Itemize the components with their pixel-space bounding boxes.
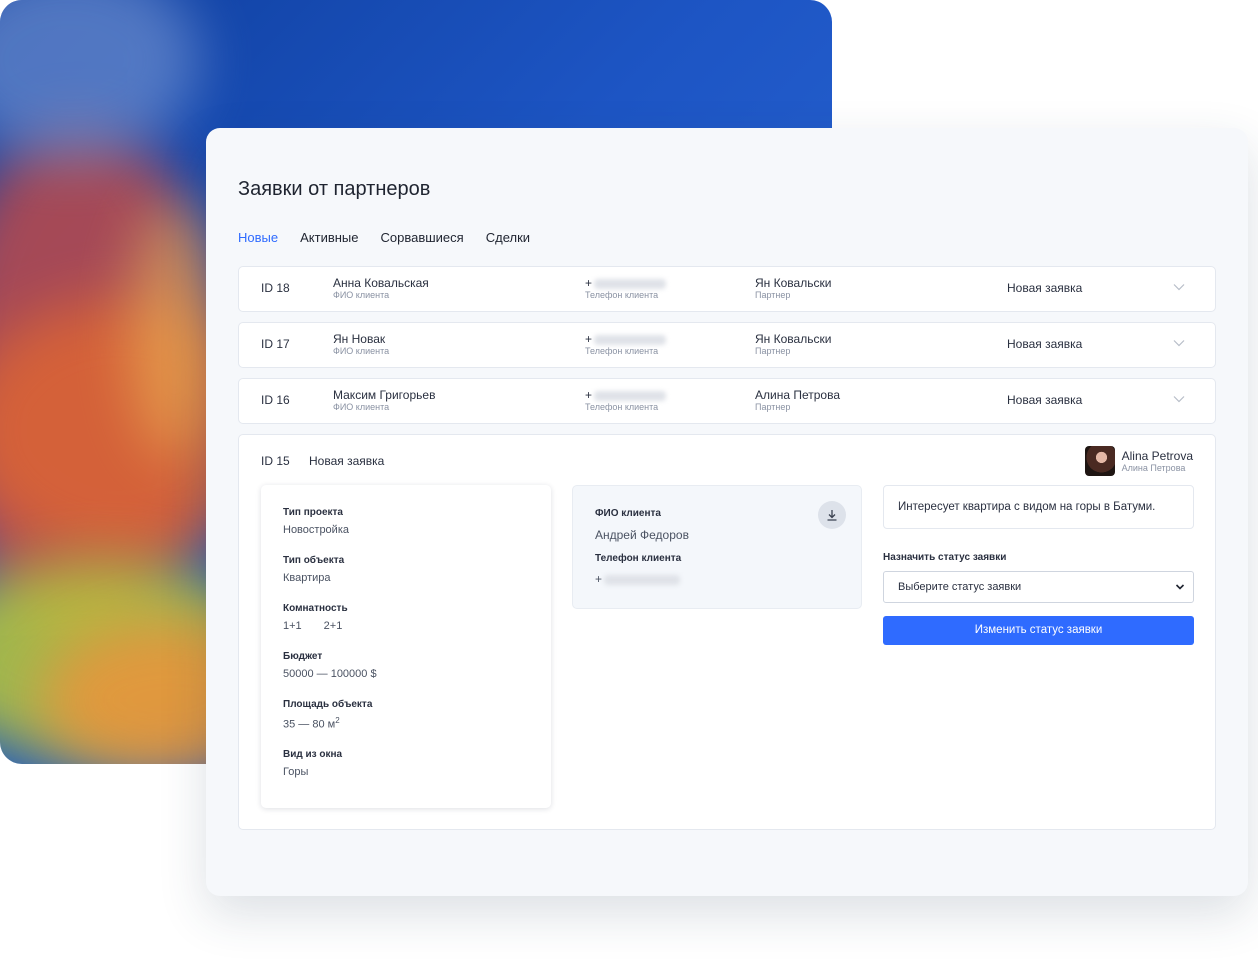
tab-deals[interactable]: Сделки	[486, 230, 530, 245]
partner-cell: Ян Ковальски Партнер	[755, 332, 832, 356]
property-specs: Тип проекта Новостройка Тип объекта Квар…	[261, 485, 551, 808]
client-phone: +	[595, 572, 681, 586]
hidden-phone	[604, 574, 681, 585]
status-label: Новая заявка	[1007, 337, 1083, 351]
request-id: ID 17	[261, 337, 290, 351]
status-label: Новая заявка	[1007, 281, 1083, 295]
hidden-phone	[594, 390, 667, 401]
page-title: Заявки от партнеров	[238, 178, 431, 200]
request-row[interactable]: ID 16 Максим Григорьев ФИО клиента + Тел…	[238, 378, 1216, 424]
request-id: ID 16	[261, 393, 290, 407]
tab-active[interactable]: Активные	[300, 230, 358, 245]
requests-card: Заявки от партнеров Новые Активные Сорва…	[206, 128, 1248, 896]
chevron-down-icon[interactable]	[1173, 395, 1185, 403]
hidden-phone	[594, 278, 667, 289]
request-id: ID 18	[261, 281, 290, 295]
client-name-label: ФИО клиента	[595, 508, 661, 519]
client-phone-cell: + Телефон клиента	[585, 332, 667, 357]
hidden-phone	[594, 334, 667, 345]
download-icon	[827, 510, 837, 521]
client-name-cell: Ян Новак ФИО клиента	[333, 332, 390, 356]
download-button[interactable]	[818, 501, 846, 529]
client-phone-label: Телефон клиента	[595, 553, 682, 564]
request-row[interactable]: ID 17 Ян Новак ФИО клиента + Телефон кли…	[238, 322, 1216, 368]
spec-area: Площадь объекта 35 — 80 м2	[283, 699, 373, 731]
partner-cell: Ян Ковальски Партнер	[755, 276, 832, 300]
client-name: Андрей Федоров	[595, 528, 689, 542]
request-row[interactable]: ID 18 Анна Ковальская ФИО клиента + Теле…	[238, 266, 1216, 312]
status-label: Новая заявка	[1007, 393, 1083, 407]
status-label: Новая заявка	[309, 454, 385, 468]
chevron-down-icon[interactable]	[1173, 283, 1185, 291]
assign-status-label: Назначить статус заявки	[883, 552, 1007, 563]
client-name-cell: Анна Ковальская ФИО клиента	[333, 276, 429, 300]
spec-rooms: Комнатность 1+1 2+1	[283, 603, 348, 632]
select-arrow-icon	[1175, 584, 1185, 590]
spec-view: Вид из окна Горы	[283, 749, 343, 778]
client-phone-cell: + Телефон клиента	[585, 276, 667, 301]
change-status-button[interactable]: Изменить статус заявки	[883, 616, 1194, 645]
client-phone-cell: + Телефон клиента	[585, 388, 667, 413]
spec-budget: Бюджет 50000 — 100000 $	[283, 651, 377, 680]
avatar	[1084, 446, 1115, 476]
partner-cell: Алина Петрова Партнер	[755, 388, 841, 412]
partner-name: Alina Petrova	[1121, 448, 1193, 463]
chevron-down-icon[interactable]	[1173, 339, 1185, 347]
status-select-value: Выберите статус заявки	[898, 581, 1022, 593]
client-name-cell: Максим Григорьев ФИО клиента	[333, 388, 436, 412]
status-select[interactable]: Выберите статус заявки	[883, 571, 1194, 603]
spec-project-type: Тип проекта Новостройка	[283, 507, 349, 536]
request-detail: ID 15 Новая заявка Alina Petrova Алина П…	[238, 434, 1216, 830]
partner-subtitle: Алина Петрова	[1121, 462, 1186, 473]
spec-object-type: Тип объекта Квартира	[283, 555, 345, 584]
request-note: Интересует квартира с видом на горы в Ба…	[883, 485, 1194, 529]
tab-new[interactable]: Новые	[238, 230, 278, 245]
tabs: Новые Активные Сорвавшиеся Сделки	[238, 230, 552, 245]
tab-failed[interactable]: Сорвавшиеся	[381, 230, 464, 245]
client-info: ФИО клиента Андрей Федоров Телефон клиен…	[572, 485, 862, 609]
request-id: ID 15	[261, 454, 290, 468]
partner-info: Alina Petrova Алина Петрова	[1084, 446, 1193, 476]
